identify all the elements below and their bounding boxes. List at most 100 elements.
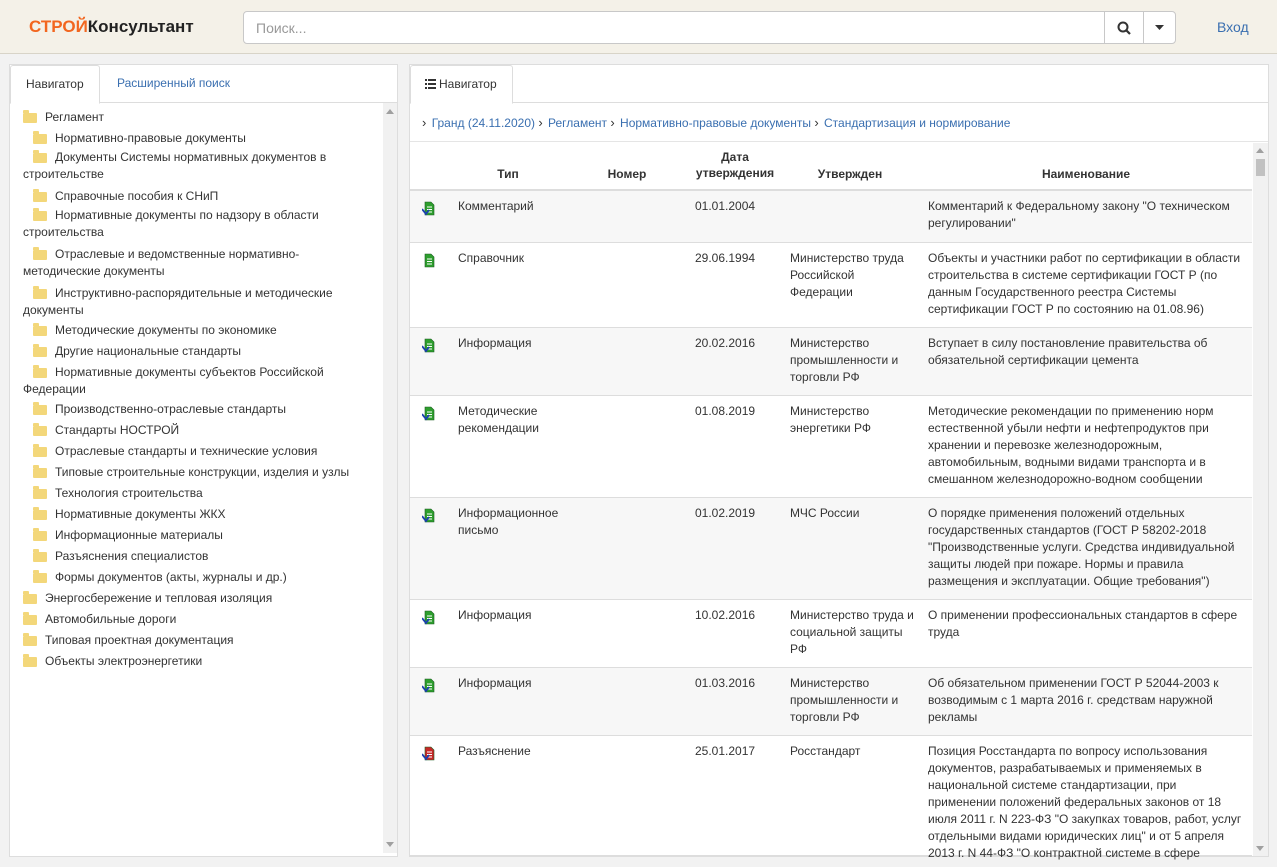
cell-type: Информационное письмо [458,506,559,537]
cell-date: 01.08.2019 [695,404,756,418]
list-icon [425,79,436,89]
tab-advanced-search[interactable]: Расширенный поиск [102,65,245,103]
cell-name[interactable]: Комментарий к Федеральному закону "О тех… [928,198,1246,232]
cell-name[interactable]: Методические рекомендации по применению … [928,403,1246,488]
folder-icon [33,570,47,583]
cell-date: 20.02.2016 [695,336,756,350]
cell-approved: Министерство труда Российской Федерации [790,251,904,299]
column-name[interactable]: Наименование [930,166,1242,182]
document-green-icon[interactable] [421,201,436,217]
scroll-thumb[interactable] [1256,159,1265,176]
chevron-right-icon: › [610,115,615,130]
tree-item[interactable]: Другие национальные стандарты [23,343,368,360]
tree-item[interactable]: Автомобильные дороги [23,611,378,628]
login-link[interactable]: Вход [1217,19,1249,35]
document-green-icon[interactable] [421,338,436,354]
tree-item[interactable]: Производственно-отраслевые стандарты [23,401,368,418]
breadcrumb-item[interactable]: Нормативно-правовые документы [620,115,811,132]
cell-type: Методические рекомендации [458,404,539,435]
table-row[interactable]: Методические рекомендации 01.08.2019 Минис… [410,396,1252,498]
tree-item[interactable]: Методические документы по экономике [23,322,368,339]
right-tabs: Навигатор [410,65,1268,104]
table-row[interactable]: Информация 20.02.2016 Министерство промышл… [410,328,1252,396]
left-tabs: Навигатор Расширенный поиск [10,65,397,104]
cell-type: Комментарий [458,199,534,213]
tree-item[interactable]: Нормативные документы субъектов Российск… [23,364,368,398]
cell-name[interactable]: О порядке применения положений отдельных… [928,505,1246,590]
cell-name[interactable]: Объекты и участники работ по сертификаци… [928,250,1246,318]
tree-item[interactable]: Типовые строительные конструкции, издели… [23,464,368,481]
table-row[interactable]: Информация 01.03.2016 Министерство промышл… [410,668,1252,736]
folder-icon [33,423,47,436]
document-green-icon[interactable] [421,610,436,626]
tree-item[interactable]: Объекты электроэнергетики [23,653,378,670]
tree-item[interactable]: Отраслевые и ведомственные нормативно-ме… [23,246,368,280]
breadcrumb-item[interactable]: Гранд (24.11.2020) [432,115,535,132]
document-green-icon[interactable] [421,406,436,422]
tree-item[interactable]: Нормативно-правовые документы [23,130,368,147]
tree-item[interactable]: Нормативные документы по надзору в облас… [23,207,368,241]
cell-type: Информация [458,336,532,350]
folder-icon [33,549,47,562]
column-number[interactable]: Номер [587,166,667,182]
cell-name[interactable]: Об обязательном применении ГОСТ Р 52044-… [928,675,1246,726]
cell-name[interactable]: Позиция Росстандарта по вопросу использо… [928,743,1246,862]
table-scrollbar[interactable] [1253,143,1268,856]
tree-scrollbar[interactable] [383,103,397,853]
table-row[interactable]: Комментарий 01.01.2004 Комментарий к Федер… [410,191,1252,243]
table-row[interactable]: Информация 10.02.2016 Министерство труда и… [410,600,1252,668]
column-date[interactable]: Дата утверждения [690,149,780,181]
chevron-right-icon: › [814,115,819,130]
document-red-icon[interactable] [421,746,436,762]
scroll-down-icon[interactable] [386,842,394,847]
search-input[interactable] [244,12,1104,43]
tree-item[interactable]: Стандарты НОСТРОЙ [23,422,368,439]
tab-navigator-right[interactable]: Навигатор [410,65,513,104]
folder-icon [33,365,47,378]
cell-approved: МЧС России [790,506,860,520]
column-approved[interactable]: Утвержден [790,166,910,182]
tree-item[interactable]: Информационные материалы [23,527,368,544]
tree-item[interactable]: Технология строительства [23,485,368,502]
cell-date: 29.06.1994 [695,251,756,265]
folder-icon [33,402,47,415]
document-green-icon[interactable] [421,508,436,524]
table-row[interactable]: Справочник 29.06.1994 Министерство труда Р… [410,243,1252,328]
tree-item[interactable]: Энергосбережение и тепловая изоляция [23,590,378,607]
cell-name[interactable]: Вступает в силу постановление правительс… [928,335,1246,369]
search-options-button[interactable] [1143,12,1175,43]
table-row[interactable]: Разъяснение 25.01.2017 Росстандарт Позиция … [410,736,1252,860]
tree-item[interactable]: Инструктивно-распорядительные и методиче… [23,285,368,319]
search-box [243,11,1176,44]
folder-icon [23,612,37,625]
column-type[interactable]: Тип [458,166,558,182]
scroll-up-icon[interactable] [1256,148,1264,153]
folder-icon [33,444,47,457]
tree-item[interactable]: Типовая проектная документация [23,632,378,649]
tree-item[interactable]: Отраслевые стандарты и технические услов… [23,443,368,460]
tree-item[interactable]: Документы Системы нормативных документов… [23,149,368,183]
table-row[interactable]: Информационное письмо 01.02.2019 МЧС Росси… [410,498,1252,600]
tree-item[interactable]: Разъяснения специалистов [23,548,368,565]
breadcrumb-item[interactable]: Стандартизация и нормирование [824,115,1010,132]
document-green-icon[interactable] [421,678,436,694]
breadcrumb-item[interactable]: Регламент [548,115,607,132]
cell-approved: Министерство промышленности и торговли Р… [790,676,899,724]
cell-date: 01.01.2004 [695,199,756,213]
tree-item[interactable]: Справочные пособия к СНиП [23,188,368,205]
folder-icon [33,486,47,499]
cell-type: Разъяснение [458,744,531,758]
tree-item[interactable]: Регламент [23,109,378,126]
scroll-up-icon[interactable] [386,109,394,114]
folder-icon [23,633,37,646]
search-button[interactable] [1104,12,1143,43]
scroll-down-icon[interactable] [1256,846,1264,851]
logo[interactable]: СТРОЙКонсультант [29,17,194,37]
tree-item[interactable]: Нормативные документы ЖКХ [23,506,368,523]
tree-item[interactable]: Формы документов (акты, журналы и др.) [23,569,368,586]
cell-name[interactable]: О применении профессиональных стандартов… [928,607,1246,641]
cell-date: 01.02.2019 [695,506,756,520]
cell-type: Информация [458,676,532,690]
tab-navigator[interactable]: Навигатор [10,65,100,104]
document-green-icon[interactable] [422,253,436,269]
